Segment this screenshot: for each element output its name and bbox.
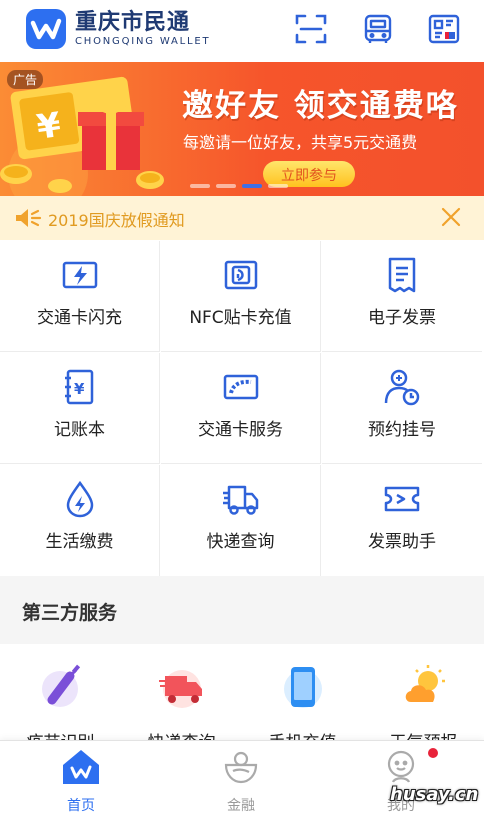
banner-pagination [190, 184, 288, 188]
service-flash-card[interactable]: 交通卡闪充 [0, 241, 160, 352]
scan-icon[interactable] [294, 12, 328, 46]
service-grid: 交通卡闪充 NFC贴卡充值 电子发票 ¥ 记账本 交通卡服务 预约挂号 生活缴费… [0, 241, 484, 576]
tab-home[interactable]: 首页 [21, 747, 141, 815]
notice-bar[interactable]: 2019国庆放假通知 [0, 196, 484, 240]
pagination-dot-active[interactable] [242, 184, 262, 188]
profile-icon [381, 747, 421, 787]
service-label: 电子发票 [368, 308, 436, 328]
service-label: 生活缴费 [45, 532, 114, 552]
third-party-header: 第三方服务 [0, 576, 484, 644]
app-name: 重庆市民通 [75, 9, 191, 35]
finance-icon [221, 747, 261, 787]
tab-label: 金融 [227, 798, 255, 814]
speaker-icon [16, 209, 42, 227]
service-label: NFC贴卡充值 [189, 308, 292, 328]
notice-text[interactable]: 2019国庆放假通知 [48, 207, 185, 231]
pagination-dot[interactable] [268, 184, 288, 188]
pagination-dot[interactable] [190, 184, 210, 188]
utility-drop-icon [60, 479, 100, 519]
home-icon [61, 747, 101, 787]
service-delivery[interactable]: 快递查询 [161, 465, 321, 576]
notification-badge [428, 748, 438, 758]
close-icon[interactable] [439, 205, 463, 229]
service-label: 记账本 [54, 420, 105, 440]
service-appointment[interactable]: 预约挂号 [322, 353, 482, 464]
banner-subtitle: 每邀请一位好友，共享5元交通费 [183, 133, 418, 152]
service-label: 交通卡闪充 [37, 308, 122, 328]
invoice-ticket-icon [382, 479, 422, 519]
third-label: 疫苗识别 [0, 728, 121, 740]
third-label: 快递查询 [121, 728, 242, 740]
third-label: 手机充值 [242, 728, 363, 740]
phone-topup-icon [278, 662, 328, 712]
service-label: 预约挂号 [368, 420, 436, 440]
ad-label: 广告 [7, 70, 44, 89]
third-phone-topup[interactable]: 手机充值 [242, 662, 363, 740]
service-ledger[interactable]: ¥ 记账本 [0, 353, 160, 464]
transit-card-icon [221, 367, 261, 407]
express-truck-icon [157, 662, 207, 712]
delivery-truck-icon [221, 479, 261, 519]
banner-title: 邀好友 领交通费咯 [182, 88, 459, 124]
third-vaccine[interactable]: 疫苗识别 [0, 662, 121, 740]
flash-card-icon [60, 255, 100, 295]
section-title: 第三方服务 [22, 602, 118, 624]
tab-label: 首页 [67, 798, 95, 814]
service-invoice-assistant[interactable]: 发票助手 [322, 465, 482, 576]
service-utility[interactable]: 生活缴费 [0, 465, 160, 576]
service-transit-card[interactable]: 交通卡服务 [161, 353, 321, 464]
service-e-invoice[interactable]: 电子发票 [322, 241, 482, 352]
bus-card-icon[interactable] [361, 12, 395, 46]
pagination-dot[interactable] [216, 184, 236, 188]
app-logo: 重庆市民通 CHONGQING WALLET [26, 9, 210, 49]
app-subtitle: CHONGQING WALLET [75, 35, 211, 47]
third-weather[interactable]: 天气预报 [363, 662, 484, 740]
third-label: 天气预报 [363, 728, 484, 740]
service-label: 快递查询 [206, 532, 275, 552]
svg-text:¥: ¥ [74, 380, 85, 398]
service-label: 交通卡服务 [198, 420, 283, 440]
third-party-services: 疫苗识别 快递查询 手机充值 天气预报 [0, 644, 484, 740]
tab-finance[interactable]: 金融 [181, 747, 301, 815]
logo-icon [26, 9, 66, 49]
service-label: 发票助手 [368, 532, 436, 552]
nfc-card-icon [221, 255, 261, 295]
vaccine-icon [36, 662, 86, 712]
third-express[interactable]: 快递查询 [121, 662, 242, 740]
promo-banner[interactable]: ¥ 广告 邀好友 领交通费咯 每邀请一位好友，共享5元交通费 立即参与 [0, 62, 484, 196]
app-header: 重庆市民通 CHONGQING WALLET [0, 0, 484, 62]
e-invoice-icon [382, 255, 422, 295]
appointment-icon [382, 367, 422, 407]
watermark-text: husay.cn [390, 784, 479, 805]
service-nfc-topup[interactable]: NFC贴卡充值 [161, 241, 321, 352]
ledger-icon: ¥ [60, 367, 100, 407]
payment-code-icon[interactable] [427, 12, 461, 46]
weather-icon [399, 662, 449, 712]
